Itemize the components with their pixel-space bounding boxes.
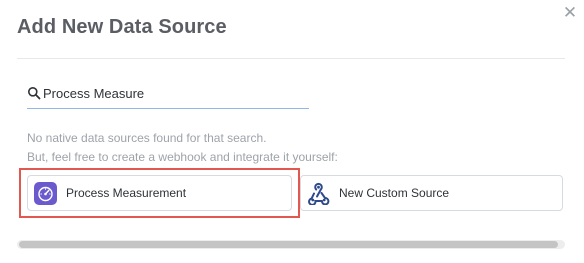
search-icon (28, 87, 41, 100)
close-icon[interactable]: ✕ (561, 4, 579, 22)
title-divider (17, 58, 565, 59)
add-data-source-dialog: Add New Data Source ✕ No native data sou… (0, 0, 584, 263)
scrollbar-thumb[interactable] (19, 241, 558, 248)
webhook-suggestion-message: But, feel free to create a webhook and i… (27, 150, 338, 164)
webhook-icon (308, 182, 330, 205)
search-field (27, 82, 309, 109)
dialog-title: Add New Data Source (17, 16, 227, 38)
horizontal-scrollbar[interactable] (17, 240, 565, 249)
result-card-label: New Custom Source (339, 186, 450, 200)
selection-highlight (19, 168, 300, 218)
no-results-message: No native data sources found for that se… (27, 131, 267, 145)
search-input[interactable] (43, 82, 307, 104)
result-card-new-custom-source[interactable]: New Custom Source (300, 175, 563, 211)
